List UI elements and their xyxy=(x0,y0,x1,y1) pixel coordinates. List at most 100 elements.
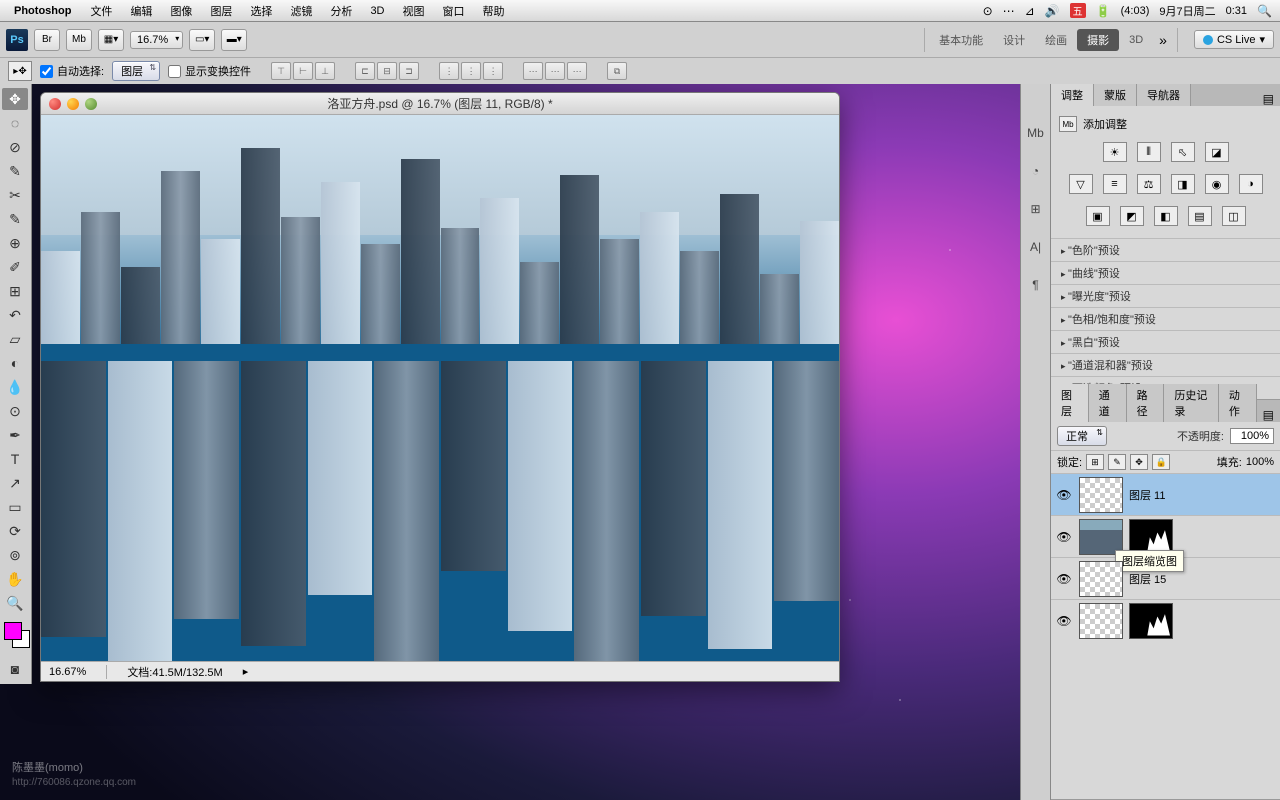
pen-tool[interactable]: ✒ xyxy=(2,424,28,446)
date-text[interactable]: 9月7日周二 xyxy=(1159,3,1215,19)
preset-curves[interactable]: "曲线"预设 xyxy=(1051,261,1280,284)
close-icon[interactable] xyxy=(49,98,61,110)
minibridge-button[interactable]: Mb xyxy=(66,29,92,51)
tab-adjustments[interactable]: 调整 xyxy=(1051,84,1094,106)
menu-edit[interactable]: 编辑 xyxy=(121,3,161,19)
path-tool[interactable]: ↗ xyxy=(2,472,28,494)
spotlight-icon[interactable]: 🔍 xyxy=(1257,4,1272,18)
dist-hcenter-icon[interactable]: ⋯ xyxy=(545,62,565,80)
menu-layer[interactable]: 图层 xyxy=(201,3,241,19)
dist-top-icon[interactable]: ⋮ xyxy=(439,62,459,80)
tab-channels[interactable]: 通道 xyxy=(1089,384,1127,422)
wifi-icon[interactable]: ⊿ xyxy=(1025,4,1035,18)
menu-file[interactable]: 文件 xyxy=(81,3,121,19)
foreground-color[interactable] xyxy=(4,622,22,640)
layer-name[interactable]: 图层 11 xyxy=(1129,487,1165,503)
mixer-icon[interactable]: ◑ xyxy=(1239,174,1263,194)
zoom-select[interactable]: 16.7% xyxy=(130,31,183,49)
visibility-icon[interactable]: 👁 xyxy=(1055,614,1073,628)
menu-filter[interactable]: 滤镜 xyxy=(281,3,321,19)
eraser-tool[interactable]: ▱ xyxy=(2,328,28,350)
app-name[interactable]: Photoshop xyxy=(14,5,71,17)
layer-row[interactable]: 👁 xyxy=(1051,599,1280,641)
tab-masks[interactable]: 蒙版 xyxy=(1094,84,1137,106)
3d-tool[interactable]: ⟳ xyxy=(2,520,28,542)
histogram-dock-icon[interactable]: ◔ xyxy=(1025,162,1047,180)
align-top-icon[interactable]: ⊤ xyxy=(271,62,291,80)
blur-tool[interactable]: 💧 xyxy=(2,376,28,398)
dodge-tool[interactable]: ⊙ xyxy=(2,400,28,422)
move-tool-preset-icon[interactable]: ▸✥ xyxy=(8,61,32,81)
tab-layers[interactable]: 图层 xyxy=(1051,384,1089,422)
type-tool[interactable]: T xyxy=(2,448,28,470)
healing-tool[interactable]: ⊕ xyxy=(2,232,28,254)
layer-row[interactable]: 👁 图层缩览图 xyxy=(1051,515,1280,557)
ws-photography[interactable]: 摄影 xyxy=(1077,29,1119,51)
minimize-icon[interactable] xyxy=(67,98,79,110)
preset-levels[interactable]: "色阶"预设 xyxy=(1051,238,1280,261)
tab-history[interactable]: 历史记录 xyxy=(1164,384,1219,422)
visibility-icon[interactable]: 👁 xyxy=(1055,572,1073,586)
status-zoom[interactable]: 16.67% xyxy=(49,666,86,678)
history-brush-tool[interactable]: ↶ xyxy=(2,304,28,326)
menu-window[interactable]: 窗口 xyxy=(434,3,474,19)
auto-select-target[interactable]: 图层 xyxy=(112,61,160,81)
arrange-button[interactable]: ▦▾ xyxy=(98,29,124,51)
zoom-tool[interactable]: 🔍 xyxy=(2,592,28,614)
character-dock-icon[interactable]: A| xyxy=(1025,238,1047,256)
marquee-tool[interactable]: ◌ xyxy=(2,112,28,134)
dist-vcenter-icon[interactable]: ⋮ xyxy=(461,62,481,80)
curves-icon[interactable]: ⬁ xyxy=(1171,142,1195,162)
preset-exposure[interactable]: "曝光度"预设 xyxy=(1051,284,1280,307)
gradient-tool[interactable]: ◐ xyxy=(2,352,28,374)
input-icon[interactable]: 五 xyxy=(1070,3,1086,18)
paragraph-dock-icon[interactable]: ¶ xyxy=(1025,276,1047,294)
screen-mode-button[interactable]: ▭▾ xyxy=(189,29,215,51)
layer-row[interactable]: 👁 图层 11 xyxy=(1051,473,1280,515)
zoom-window-icon[interactable] xyxy=(85,98,97,110)
preset-bw[interactable]: "黑白"预设 xyxy=(1051,330,1280,353)
hue-icon[interactable]: ≡ xyxy=(1103,174,1127,194)
lasso-tool[interactable]: ⊘ xyxy=(2,136,28,158)
lock-trans-icon[interactable]: ⊞ xyxy=(1086,454,1104,470)
sync-icon[interactable]: ⊙ xyxy=(983,4,993,18)
preset-hue[interactable]: "色相/饱和度"预设 xyxy=(1051,307,1280,330)
volume-icon[interactable]: 🔊 xyxy=(1045,4,1060,18)
ps-logo-icon[interactable]: Ps xyxy=(6,29,28,51)
menu-select[interactable]: 选择 xyxy=(241,3,281,19)
ws-3d[interactable]: 3D xyxy=(1119,31,1153,49)
layer-mask-thumb[interactable] xyxy=(1129,603,1173,639)
time-text[interactable]: 0:31 xyxy=(1226,5,1247,17)
align-hcenter-icon[interactable]: ⊟ xyxy=(377,62,397,80)
eyedropper-tool[interactable]: ✎ xyxy=(2,208,28,230)
align-vcenter-icon[interactable]: ⊢ xyxy=(293,62,313,80)
layers-menu-icon[interactable]: ▤ xyxy=(1257,408,1280,422)
preset-mixer[interactable]: "通道混和器"预设 xyxy=(1051,353,1280,376)
selective-icon[interactable]: ◫ xyxy=(1222,206,1246,226)
layer-name[interactable]: 图层 15 xyxy=(1129,571,1166,587)
blend-mode-select[interactable]: 正常 xyxy=(1057,426,1107,446)
tab-actions[interactable]: 动作 xyxy=(1219,384,1257,422)
extras-button[interactable]: ▬▾ xyxy=(221,29,247,51)
cslive-button[interactable]: CS Live▾ xyxy=(1194,30,1274,49)
layer-thumb[interactable] xyxy=(1079,477,1123,513)
auto-align-icon[interactable]: ⧉ xyxy=(607,62,627,80)
tab-navigator[interactable]: 导航器 xyxy=(1137,84,1191,106)
align-right-icon[interactable]: ⊐ xyxy=(399,62,419,80)
ws-essentials[interactable]: 基本功能 xyxy=(929,29,993,51)
balance-icon[interactable]: ⚖ xyxy=(1137,174,1161,194)
align-left-icon[interactable]: ⊏ xyxy=(355,62,375,80)
quick-mask-tool[interactable]: ◙ xyxy=(2,658,28,680)
layer-thumb[interactable] xyxy=(1079,603,1123,639)
ws-design[interactable]: 设计 xyxy=(993,29,1035,51)
posterize-icon[interactable]: ◩ xyxy=(1120,206,1144,226)
brightness-icon[interactable]: ☀ xyxy=(1103,142,1127,162)
bw-icon[interactable]: ◨ xyxy=(1171,174,1195,194)
status-arrow-icon[interactable]: ▸ xyxy=(243,665,249,678)
lock-pos-icon[interactable]: ✥ xyxy=(1130,454,1148,470)
dist-left-icon[interactable]: ⋯ xyxy=(523,62,543,80)
show-transform-checkbox[interactable]: 显示变换控件 xyxy=(168,63,251,79)
clone-dock-icon[interactable]: ⊞ xyxy=(1025,200,1047,218)
crop-tool[interactable]: ✂ xyxy=(2,184,28,206)
levels-icon[interactable]: ⫴ xyxy=(1137,142,1161,162)
